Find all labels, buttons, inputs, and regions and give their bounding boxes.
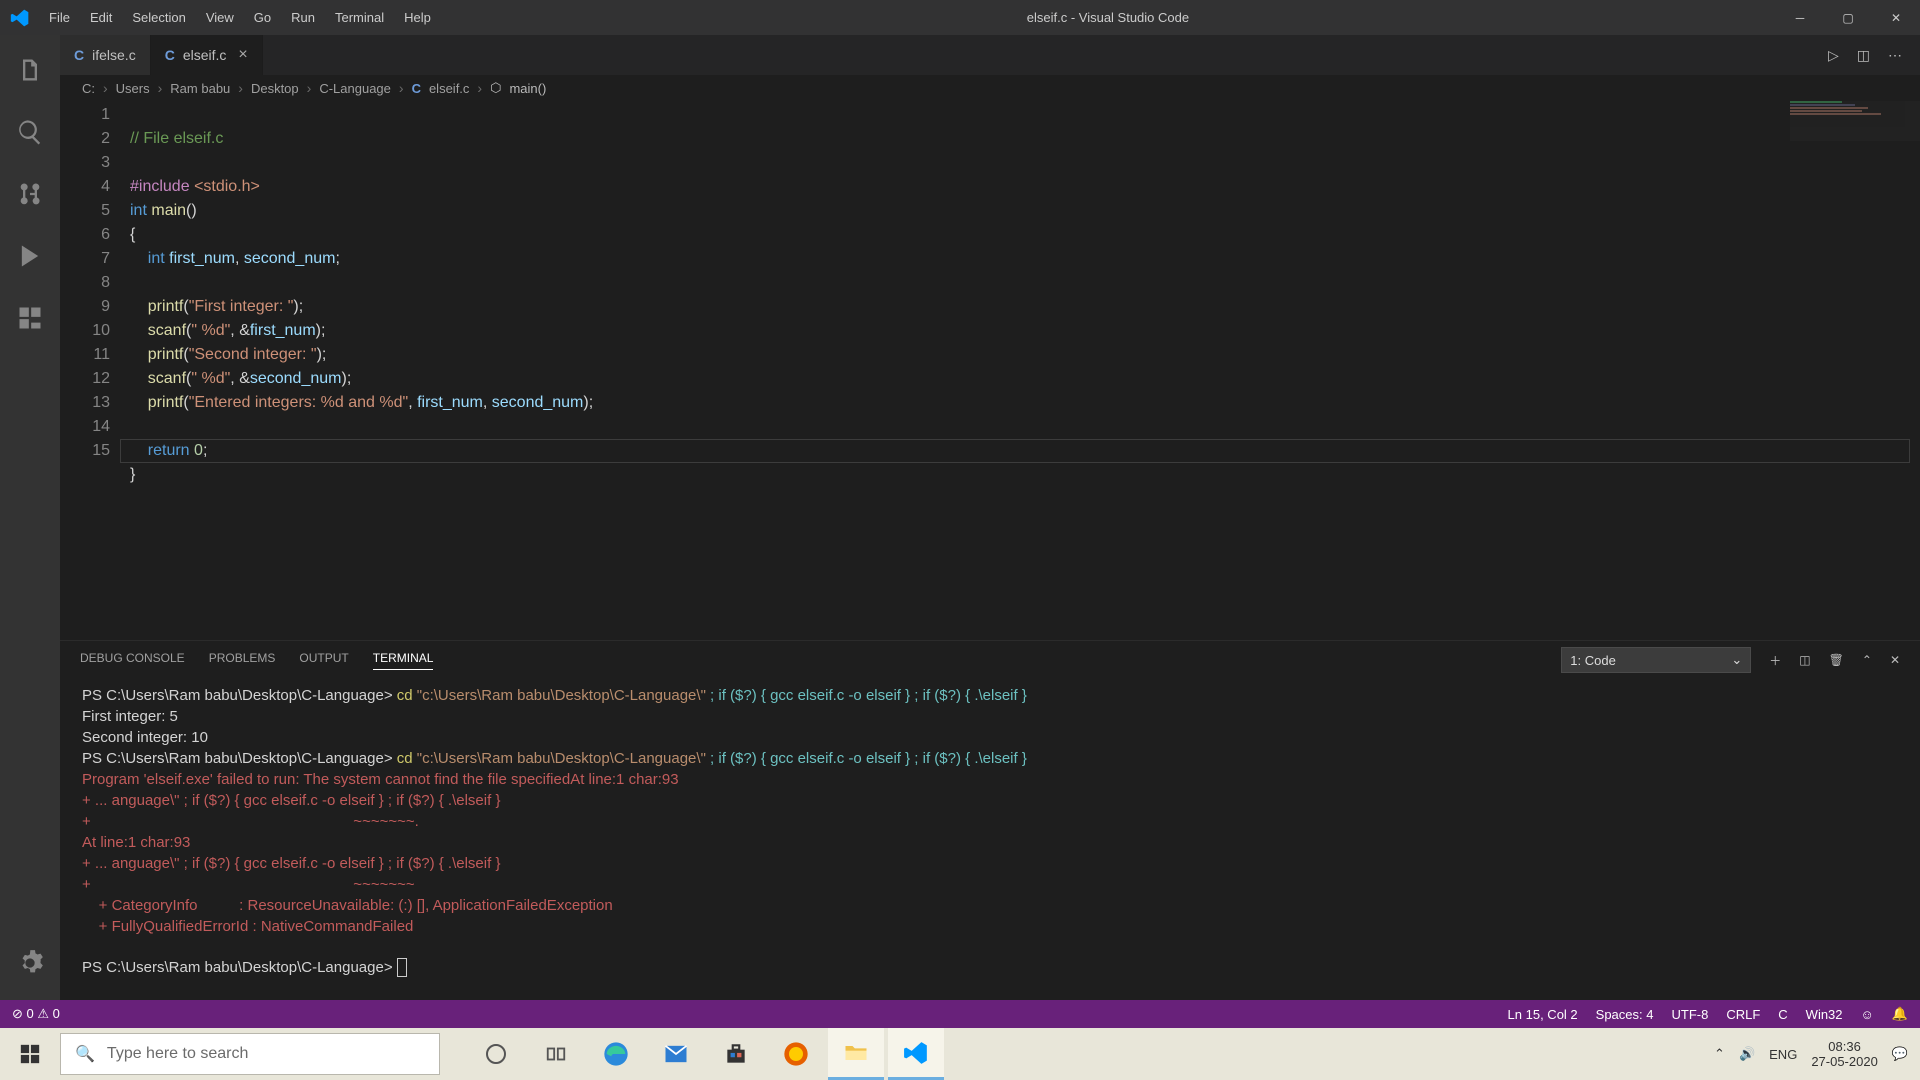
chevron-down-icon: ⌄ (1731, 652, 1742, 668)
store-icon[interactable] (708, 1028, 764, 1080)
close-panel-icon[interactable]: ✕ (1890, 653, 1900, 667)
breadcrumb-file[interactable]: elseif.c (429, 81, 469, 96)
menu-edit[interactable]: Edit (81, 5, 121, 30)
breadcrumb-part[interactable]: C-Language (319, 81, 391, 96)
status-lang[interactable]: C (1778, 1007, 1787, 1022)
minimap[interactable] (1790, 101, 1920, 141)
vscode-logo-icon (0, 8, 40, 28)
notifications-icon[interactable]: 💬 (1892, 1046, 1908, 1062)
tab-elseif[interactable]: C elseif.c × (151, 35, 263, 75)
task-view-icon[interactable] (528, 1028, 584, 1080)
title-bar: File Edit Selection View Go Run Terminal… (0, 0, 1920, 35)
vscode-taskbar-icon[interactable] (888, 1028, 944, 1080)
panel-tabs: DEBUG CONSOLE PROBLEMS OUTPUT TERMINAL 1… (60, 641, 1920, 679)
activity-bar (0, 35, 60, 1000)
tab-output[interactable]: OUTPUT (299, 651, 348, 669)
language-indicator[interactable]: ENG (1769, 1047, 1797, 1062)
status-bar: ⊘ 0 ⚠ 0 Ln 15, Col 2 Spaces: 4 UTF-8 CRL… (0, 1000, 1920, 1028)
start-button[interactable] (0, 1028, 60, 1080)
breadcrumb-part[interactable]: C: (82, 81, 95, 96)
tab-label: elseif.c (183, 47, 227, 63)
windows-taskbar: 🔍 Type here to search ⌃ 🔊 ENG 08:36 27-0… (0, 1028, 1920, 1080)
status-errors[interactable]: ⊘ 0 ⚠ 0 (12, 1006, 60, 1022)
search-placeholder: Type here to search (107, 1045, 248, 1063)
terminal-select[interactable]: 1: Code ⌄ (1561, 647, 1751, 673)
menu-file[interactable]: File (40, 5, 79, 30)
tabs-row: C ifelse.c C elseif.c × ▷ ◫ ⋯ (60, 35, 1920, 75)
status-encoding[interactable]: UTF-8 (1671, 1007, 1708, 1022)
run-debug-icon[interactable] (5, 231, 55, 281)
status-eol[interactable]: CRLF (1726, 1007, 1760, 1022)
extensions-icon[interactable] (5, 293, 55, 343)
tray-expand-icon[interactable]: ⌃ (1714, 1046, 1725, 1062)
breadcrumb[interactable]: C:› Users› Ram babu› Desktop› C-Language… (60, 75, 1920, 101)
taskbar-search[interactable]: 🔍 Type here to search (60, 1033, 440, 1075)
split-terminal-icon[interactable]: ◫ (1799, 653, 1810, 667)
menu-bar: File Edit Selection View Go Run Terminal… (40, 5, 440, 30)
status-feedback-icon[interactable]: ☺ (1861, 1007, 1874, 1022)
code-area[interactable]: // File elseif.c #include <stdio.h> int … (130, 101, 1920, 640)
menu-run[interactable]: Run (282, 5, 324, 30)
volume-icon[interactable]: 🔊 (1739, 1046, 1755, 1062)
status-os[interactable]: Win32 (1806, 1007, 1843, 1022)
menu-view[interactable]: View (197, 5, 243, 30)
file-explorer-icon[interactable] (828, 1028, 884, 1080)
line-gutter: 123456789101112131415 (60, 101, 130, 640)
tab-debug-console[interactable]: DEBUG CONSOLE (80, 651, 185, 669)
explorer-icon[interactable] (5, 45, 55, 95)
search-icon[interactable] (5, 107, 55, 157)
tab-label: ifelse.c (92, 47, 136, 63)
firefox-icon[interactable] (768, 1028, 824, 1080)
c-lang-icon: C (74, 47, 84, 63)
symbol-icon: ⬡ (490, 80, 501, 96)
terminal-select-label: 1: Code (1570, 653, 1616, 668)
source-control-icon[interactable] (5, 169, 55, 219)
clock[interactable]: 08:36 27-05-2020 (1811, 1039, 1878, 1069)
split-editor-icon[interactable]: ◫ (1857, 47, 1870, 64)
run-play-icon[interactable]: ▷ (1828, 47, 1839, 64)
breadcrumb-symbol[interactable]: main() (509, 81, 546, 96)
editor[interactable]: 123456789101112131415 // File elseif.c #… (60, 101, 1920, 640)
new-terminal-icon[interactable]: ＋ (1769, 652, 1781, 669)
breadcrumb-part[interactable]: Ram babu (170, 81, 230, 96)
menu-help[interactable]: Help (395, 5, 440, 30)
panel: DEBUG CONSOLE PROBLEMS OUTPUT TERMINAL 1… (60, 640, 1920, 1000)
breadcrumb-part[interactable]: Users (116, 81, 150, 96)
status-ln-col[interactable]: Ln 15, Col 2 (1508, 1007, 1578, 1022)
status-spaces[interactable]: Spaces: 4 (1596, 1007, 1654, 1022)
window-title: elseif.c - Visual Studio Code (440, 10, 1776, 25)
settings-gear-icon[interactable] (5, 938, 55, 988)
close-icon[interactable]: × (238, 46, 247, 64)
maximize-panel-icon[interactable]: ⌃ (1862, 653, 1872, 667)
edge-icon[interactable] (588, 1028, 644, 1080)
close-button[interactable]: ✕ (1872, 0, 1920, 35)
maximize-button[interactable]: ▢ (1824, 0, 1872, 35)
kill-terminal-icon[interactable]: 🗑 (1829, 653, 1844, 667)
tab-problems[interactable]: PROBLEMS (209, 651, 276, 669)
cortana-icon[interactable] (468, 1028, 524, 1080)
more-icon[interactable]: ⋯ (1888, 47, 1902, 64)
menu-terminal[interactable]: Terminal (326, 5, 393, 30)
tab-ifelse[interactable]: C ifelse.c (60, 35, 151, 75)
tab-terminal[interactable]: TERMINAL (373, 651, 434, 670)
mail-icon[interactable] (648, 1028, 704, 1080)
terminal-output[interactable]: PS C:\Users\Ram babu\Desktop\C-Language>… (60, 679, 1920, 1000)
breadcrumb-part[interactable]: Desktop (251, 81, 299, 96)
status-bell-icon[interactable]: 🔔 (1892, 1006, 1908, 1022)
minimize-button[interactable]: ─ (1776, 0, 1824, 35)
c-lang-icon: C (412, 81, 421, 96)
menu-selection[interactable]: Selection (123, 5, 194, 30)
search-icon: 🔍 (75, 1044, 95, 1064)
menu-go[interactable]: Go (245, 5, 280, 30)
c-lang-icon: C (165, 47, 175, 63)
